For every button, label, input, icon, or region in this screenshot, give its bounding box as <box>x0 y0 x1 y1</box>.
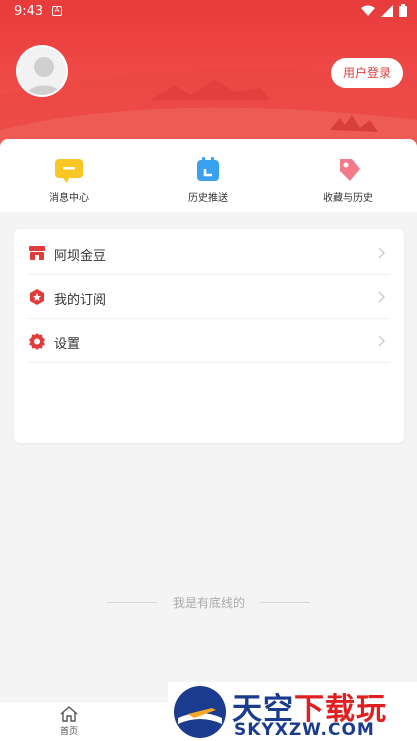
chevron-right-icon <box>378 291 386 303</box>
menu-item-label: 设置 <box>54 337 81 352</box>
divider-left <box>107 602 157 603</box>
profile-header: 9:43 A 用户登录 <box>0 0 417 150</box>
menu-item-jindou[interactable]: 阿坝金豆 <box>28 231 390 275</box>
quick-action-label: 历史推送 <box>188 193 228 204</box>
menu-item-label: 我的订阅 <box>54 293 107 308</box>
watermark-logo-icon <box>174 686 226 738</box>
quick-actions: 消息中心 历史推送 收藏与历史 <box>0 139 417 212</box>
status-icons <box>361 4 407 17</box>
calendar-icon <box>197 157 219 181</box>
quick-action-messages[interactable]: 消息中心 <box>29 157 109 204</box>
signal-icon <box>381 4 393 17</box>
end-of-list-text: 我是有底线的 <box>172 596 245 610</box>
avatar[interactable] <box>16 45 68 97</box>
quick-action-favorites[interactable]: 收藏与历史 <box>308 157 388 204</box>
chevron-right-icon <box>378 335 386 347</box>
status-time: 9:43 <box>14 4 44 19</box>
quick-action-history-push[interactable]: 历史推送 <box>168 157 248 204</box>
status-bar: 9:43 A <box>0 0 417 24</box>
subscription-icon <box>30 289 44 305</box>
tab-home-label: 首页 <box>59 727 78 737</box>
quick-action-label: 收藏与历史 <box>323 193 373 204</box>
home-icon <box>60 706 78 722</box>
tab-home[interactable]: 首页 <box>54 706 84 737</box>
menu-card: 阿坝金豆 我的订阅 设置 <box>14 229 404 443</box>
battery-icon <box>399 4 407 17</box>
wifi-icon <box>361 5 375 16</box>
tag-icon <box>340 159 360 181</box>
menu-item-label: 阿坝金豆 <box>54 249 107 264</box>
watermark: 天空下载玩 SKYXZW.COM <box>168 682 417 741</box>
notification-icon: A <box>52 6 62 16</box>
login-button[interactable]: 用户登录 <box>331 58 403 88</box>
divider-right <box>260 602 310 603</box>
store-icon <box>29 246 45 260</box>
message-icon <box>55 159 83 183</box>
menu-item-settings[interactable]: 设置 <box>28 319 390 363</box>
chevron-right-icon <box>378 247 386 259</box>
end-of-list-indicator: 我是有底线的 <box>107 594 310 610</box>
quick-action-label: 消息中心 <box>49 193 89 204</box>
watermark-subtitle: SKYXZW.COM <box>234 720 375 740</box>
menu-item-subscription[interactable]: 我的订阅 <box>28 275 390 319</box>
settings-icon <box>29 333 45 350</box>
